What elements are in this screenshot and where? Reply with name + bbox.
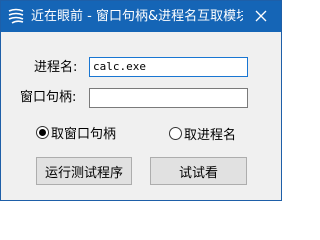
process-name-label: 进程名:: [34, 60, 78, 75]
get-handle-radio[interactable]: 取窗口句柄: [36, 123, 116, 142]
radio-checked-icon: [36, 126, 49, 139]
try-it-button[interactable]: 试试看: [150, 157, 247, 185]
window-handle-input[interactable]: [89, 88, 248, 108]
app-logo-icon: [7, 8, 25, 25]
run-test-program-button[interactable]: 运行测试程序: [36, 157, 132, 185]
get-handle-radio-label: 取窗口句柄: [51, 127, 117, 142]
process-name-input[interactable]: calc.exe: [89, 57, 248, 77]
close-icon: [255, 7, 267, 26]
radio-dot: [39, 129, 46, 136]
radio-unchecked-icon: [169, 127, 182, 140]
window-title: 近在眼前 - 窗口句柄&进程名互取模块...: [31, 9, 243, 24]
app-window: 近在眼前 - 窗口句柄&进程名互取模块... 进程名: calc.exe 窗口句…: [0, 0, 282, 201]
window-handle-label: 窗口句柄:: [20, 90, 77, 105]
title-bar[interactable]: 近在眼前 - 窗口句柄&进程名互取模块...: [1, 1, 281, 32]
get-process-radio[interactable]: 取进程名: [169, 124, 236, 143]
close-button[interactable]: [243, 1, 279, 32]
get-process-radio-label: 取进程名: [184, 128, 237, 143]
